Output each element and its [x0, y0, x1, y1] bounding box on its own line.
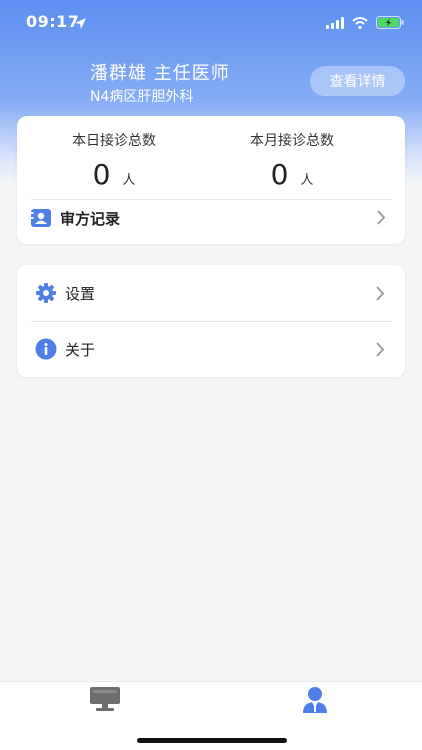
menu-divider [31, 321, 391, 322]
month-stat-value: 0 [270, 158, 289, 191]
today-stat: 本日接诊总数 0人 [17, 130, 211, 191]
status-bar: 09:17 [0, 0, 422, 44]
menu-card: 设置 关于 [17, 265, 405, 377]
menu-item-settings[interactable]: 设置 [17, 267, 405, 319]
menu-item-settings-label: 设置 [65, 284, 96, 303]
prescription-record-label: 审方记录 [60, 209, 121, 228]
today-stat-value: 0 [92, 158, 111, 191]
status-indicators [326, 14, 404, 33]
chevron-right-icon [376, 342, 385, 361]
cell-signal-icon [326, 14, 344, 33]
chevron-right-icon [376, 286, 385, 305]
monitor-icon [90, 687, 120, 711]
month-stat-label: 本月接诊总数 [250, 133, 334, 149]
info-icon [35, 338, 57, 360]
chevron-right-icon [377, 210, 386, 229]
gear-icon [35, 282, 57, 304]
menu-item-about-label: 关于 [65, 340, 96, 359]
consultation-stats-card: 本日接诊总数 0人 本月接诊总数 0人 审方记录 [17, 116, 405, 244]
wifi-icon [352, 14, 368, 33]
contact-card-icon [31, 208, 51, 228]
month-stat: 本月接诊总数 0人 [195, 130, 389, 191]
doctor-profile-icon [303, 687, 327, 713]
today-stat-value-line: 0人 [17, 158, 211, 191]
home-indicator [137, 738, 287, 743]
today-stat-unit: 人 [122, 173, 136, 188]
status-time: 09:17 [26, 12, 80, 31]
doctor-name: 潘群雄 主任医师 [90, 63, 230, 84]
battery-charging-icon [376, 14, 404, 33]
doctor-department: N4病区肝胆外科 [90, 89, 194, 105]
today-stat-label: 本日接诊总数 [72, 133, 156, 149]
month-stat-value-line: 0人 [195, 158, 389, 191]
tab-workbench[interactable] [89, 686, 129, 716]
view-details-button[interactable]: 查看详情 [310, 66, 405, 96]
menu-item-about[interactable]: 关于 [17, 323, 405, 375]
location-arrow-icon [74, 15, 87, 34]
month-stat-unit: 人 [300, 173, 314, 188]
prescription-record-row[interactable]: 审方记录 [17, 192, 405, 244]
tab-profile[interactable] [301, 686, 341, 716]
